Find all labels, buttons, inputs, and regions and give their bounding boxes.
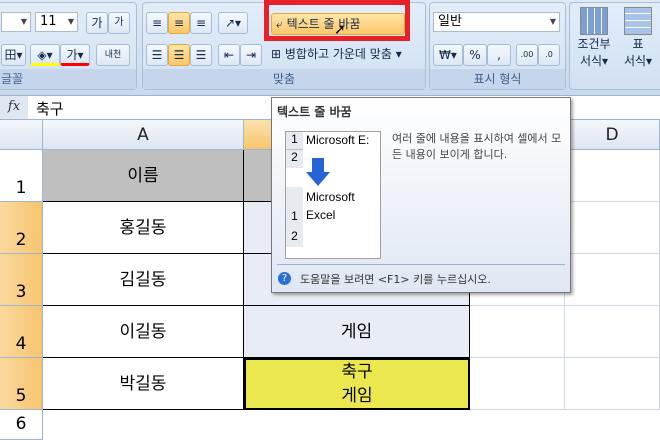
row-header-5[interactable]: 5 [0, 358, 43, 410]
align-center-button[interactable]: ☰ [168, 44, 190, 66]
table-format-button[interactable]: 표 서식▾ [618, 7, 658, 69]
cell-d[interactable] [565, 150, 660, 410]
conditional-format-icon [580, 7, 608, 35]
row-header-2[interactable]: 2 [0, 202, 43, 254]
table-format-icon [624, 7, 652, 35]
cell-b5-selected[interactable]: 축구 게임 [244, 358, 470, 410]
merge-center-button[interactable]: ⊞ 병합하고 가운데 맞춤 ▾ [271, 45, 421, 62]
tooltip-preview: 1 Microsoft E: 2 1 Microsoft Excel 2 [285, 131, 381, 259]
ribbon: ▼ 11 ▼ 가 가 田▾ ◈▾ 가▾ 내천 글꼴 ≡ ≡ ≡ ↗▾ ☰ ☰ ☰ … [0, 0, 660, 95]
decrease-indent-button[interactable]: ⇤ [218, 44, 240, 66]
conditional-format-button[interactable]: 조건부 서식▾ [572, 7, 616, 69]
align-middle-button[interactable]: ≡ [168, 12, 190, 34]
font-size-dropdown[interactable]: 11 ▼ [35, 12, 78, 32]
row-header-4[interactable]: 4 [0, 306, 43, 358]
align-right-button[interactable]: ☰ [190, 44, 212, 66]
number-format-dropdown[interactable]: 일반 ▼ [433, 12, 560, 32]
styles-group: 조건부 서식▾ 표 서식▾ [569, 2, 660, 90]
insert-function-button[interactable]: fx [0, 96, 28, 119]
percent-button[interactable]: % [463, 44, 487, 66]
cell-a2[interactable]: 홍길동 [43, 202, 244, 254]
row-header-6[interactable]: 6 [0, 410, 43, 440]
border-button[interactable]: 田▾ [1, 44, 26, 66]
row-header-3[interactable]: 3 [0, 254, 43, 306]
font-group-label: 글꼴 [0, 69, 136, 89]
cell-a4[interactable]: 이길동 [43, 306, 244, 358]
orientation-button[interactable]: ↗▾ [218, 12, 248, 34]
tooltip-help-text: 도움말을 보려면 <F1> 키를 누르십시오. [300, 273, 491, 286]
help-icon: ? [278, 272, 291, 285]
cell-a1[interactable]: 이름 [43, 150, 244, 202]
column-header-a[interactable]: A [43, 120, 244, 150]
mouse-cursor: ➚ [334, 22, 346, 38]
cell-a5[interactable]: 박길동 [43, 358, 244, 410]
row-header-1[interactable]: 1 [0, 150, 43, 202]
shrink-font-button[interactable]: 가 [108, 12, 130, 34]
currency-button[interactable]: ₩▾ [433, 44, 463, 66]
grow-font-button[interactable]: 가 [86, 12, 108, 34]
wrap-text-tooltip: 텍스트 줄 바꿈 1 Microsoft E: 2 1 Microsoft Ex… [271, 97, 571, 293]
cell-a3[interactable]: 김길동 [43, 254, 244, 306]
fill-color-button[interactable]: ◈▾ [30, 44, 60, 66]
comma-button[interactable]: , [487, 44, 511, 66]
font-name-dropdown[interactable]: ▼ [1, 12, 31, 32]
formula-input[interactable]: 축구 [36, 98, 64, 119]
number-group: 일반 ▼ ₩▾ % , .00 .0 표시 형식 [429, 2, 566, 90]
align-top-button[interactable]: ≡ [146, 12, 168, 34]
align-bottom-button[interactable]: ≡ [190, 12, 212, 34]
tooltip-title: 텍스트 줄 바꿈 [277, 105, 352, 119]
align-left-button[interactable]: ☰ [146, 44, 168, 66]
down-arrow-icon [306, 172, 330, 186]
decrease-decimal-button[interactable]: .0 [538, 44, 560, 66]
font-group: ▼ 11 ▼ 가 가 田▾ ◈▾ 가▾ 내천 글꼴 [0, 2, 137, 90]
number-group-label: 표시 형식 [430, 69, 565, 89]
increase-indent-button[interactable]: ⇥ [240, 44, 262, 66]
tooltip-description: 여러 줄에 내용을 표시하여 셀에서 모든 내용이 보이게 합니다. [392, 132, 562, 161]
column-header-d[interactable]: D [565, 120, 660, 150]
alignment-group-label: 맞춤 [143, 69, 425, 89]
font-color-button[interactable]: 가▾ [60, 44, 90, 66]
select-all-corner[interactable] [0, 120, 43, 150]
cell-b4[interactable]: 게임 [244, 306, 470, 358]
increase-decimal-button[interactable]: .00 [516, 44, 538, 66]
phonetic-button[interactable]: 내천 [96, 44, 130, 66]
